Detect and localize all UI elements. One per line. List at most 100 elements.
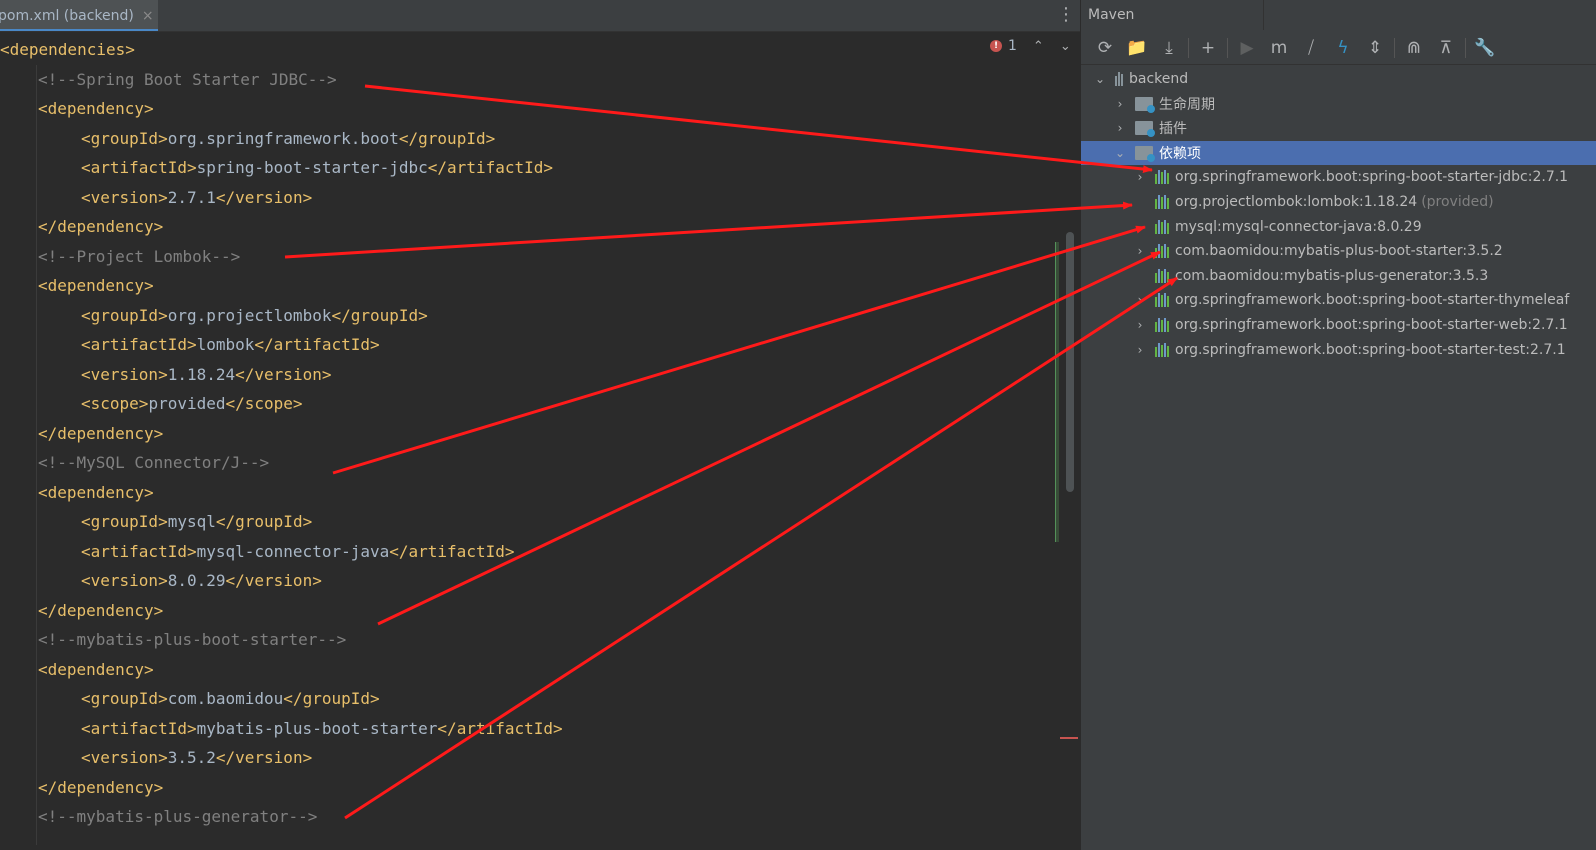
xml-tag: <artifactId> <box>81 335 197 354</box>
code-line[interactable]: <!--mybatis-plus-generator--> <box>38 802 317 831</box>
xml-comment: <!--Spring Boot Starter JDBC--> <box>38 69 337 89</box>
editor-tab-bar: pom.xml (backend) × ⋮ <box>0 0 1080 32</box>
download-icon[interactable]: ⤓ <box>1153 34 1185 62</box>
chevron-right-icon[interactable]: › <box>1133 170 1147 184</box>
editor-scrollbar[interactable] <box>1066 232 1074 492</box>
plus-icon[interactable]: + <box>1192 34 1224 62</box>
xml-tag: </dependency> <box>38 217 164 236</box>
next-error-icon[interactable]: ⌄ <box>1060 39 1071 54</box>
code-line[interactable]: <!--mybatis-plus-boot-starter--> <box>38 625 346 654</box>
xml-tag: <groupId> <box>81 305 168 325</box>
code-line[interactable]: <artifactId>lombok</artifactId> <box>81 330 380 359</box>
collapse-icon[interactable]: ⇕ <box>1359 34 1391 62</box>
chevron-right-icon[interactable]: › <box>1133 293 1147 307</box>
code-line[interactable]: <version>8.0.29</version> <box>81 566 322 595</box>
code-line[interactable]: <groupId>mysql</groupId> <box>81 507 312 536</box>
dependency-node[interactable]: › org.springframework.boot:spring-boot-st… <box>1081 313 1596 337</box>
tree-node-label: org.springframework.boot:spring-boot-sta… <box>1175 317 1568 333</box>
code-line[interactable]: <artifactId>mybatis-plus-boot-starter</a… <box>81 714 563 743</box>
maven-m-icon[interactable]: m <box>1263 34 1295 62</box>
xml-text: 8.0.29 <box>167 571 226 590</box>
run-icon[interactable]: ▶ <box>1231 34 1263 62</box>
library-icon <box>1155 195 1169 209</box>
code-line[interactable]: <dependency> <box>38 655 154 684</box>
tree-node-3[interactable]: ⌄ 依赖项 <box>1081 140 1596 165</box>
code-line[interactable]: <dependency> <box>38 94 154 123</box>
code-line[interactable]: </dependency> <box>38 773 163 802</box>
toolbar-separator <box>1227 37 1228 58</box>
library-icon <box>1155 342 1169 357</box>
xml-tag: </version> <box>215 748 313 767</box>
xml-text: 1.18.24 <box>167 364 236 384</box>
xml-tag: </artifactId> <box>389 541 515 561</box>
xml-tag: <scope> <box>81 394 149 413</box>
code-line[interactable]: <!--MySQL Connector/J--> <box>38 448 269 477</box>
xml-tag: <dependency> <box>38 99 154 118</box>
tree-node-label: org.springframework.boot:spring-boot-sta… <box>1175 169 1569 186</box>
code-line[interactable]: <version>3.5.2</version> <box>81 743 312 772</box>
reload-icon[interactable]: ⟳ <box>1089 34 1121 62</box>
code-line[interactable]: <groupId>org.springframework.boot</group… <box>81 124 495 153</box>
add-folder-icon[interactable]: 📁 <box>1121 34 1153 62</box>
code-line[interactable]: <dependency> <box>38 271 154 300</box>
tree-node-1[interactable]: › 生命周期 <box>1081 92 1596 116</box>
close-icon[interactable]: × <box>142 8 154 24</box>
skip-tests-icon[interactable]: ϟ <box>1327 34 1359 62</box>
chevron-right-icon[interactable]: › <box>1113 121 1127 135</box>
chevron-down-icon[interactable]: ⌄ <box>1113 146 1127 160</box>
error-stripe-marker[interactable] <box>1060 737 1078 739</box>
code-line[interactable]: <!--Spring Boot Starter JDBC--> <box>38 65 337 94</box>
code-line[interactable]: </dependency> <box>38 596 163 625</box>
xml-text: lombok <box>196 335 255 354</box>
xml-tag: <artifactId> <box>81 158 197 177</box>
show-dependencies-icon[interactable]: ⋒ <box>1398 34 1430 62</box>
tree-node-0[interactable]: ⌄ backend <box>1081 67 1596 91</box>
dependency-node[interactable]: › org.springframework.boot:spring-boot-st… <box>1081 338 1596 362</box>
chevron-right-icon[interactable]: › <box>1113 97 1127 111</box>
inspection-widget[interactable]: ! 1 ⌃ ⌄ <box>990 38 1071 54</box>
code-line[interactable]: <!--Project Lombok--> <box>38 242 240 271</box>
maven-title: Maven <box>1088 7 1135 23</box>
chevron-right-icon[interactable]: › <box>1133 318 1147 332</box>
code-line[interactable]: <artifactId>spring-boot-starter-jdbc</ar… <box>81 153 553 182</box>
xml-tag: <dependency> <box>38 276 154 295</box>
dependency-node[interactable]: org.projectlombok:lombok:1.18.24 (provide… <box>1081 190 1596 214</box>
indent-guide <box>36 65 37 845</box>
tree-node-label: org.springframework.boot:spring-boot-sta… <box>1175 292 1570 309</box>
tree-node-2[interactable]: › 插件 <box>1081 116 1596 140</box>
toggle-offline-icon[interactable]: ⧸ <box>1295 34 1327 62</box>
dependency-node[interactable]: › com.baomidou:mybatis-plus-boot-starter:… <box>1081 239 1596 263</box>
code-line[interactable]: <version>2.7.1</version> <box>81 183 312 212</box>
xml-text: org.springframework.boot <box>167 128 399 148</box>
xml-tag: <groupId> <box>81 512 168 531</box>
code-line[interactable]: </dependency> <box>38 419 163 448</box>
chevron-down-icon[interactable]: ⌄ <box>1093 72 1107 86</box>
code-line[interactable]: <groupId>org.projectlombok</groupId> <box>81 301 428 330</box>
settings-wrench-icon[interactable]: 🔧 <box>1469 34 1501 62</box>
maven-header: Maven <box>1081 0 1596 30</box>
chevron-right-icon[interactable]: › <box>1133 343 1147 357</box>
code-line[interactable]: <dependencies> <box>0 35 135 64</box>
dependency-node[interactable]: › org.springframework.boot:spring-boot-st… <box>1081 165 1596 189</box>
dependency-node[interactable]: com.baomidou:mybatis-plus-generator:3.5.… <box>1081 264 1596 288</box>
chevron-right-icon[interactable]: › <box>1133 244 1147 258</box>
previous-error-icon[interactable]: ⌃ <box>1033 39 1044 54</box>
code-line[interactable]: <dependency> <box>38 478 154 507</box>
xml-tag: </groupId> <box>283 689 380 708</box>
more-options-icon[interactable]: ⋮ <box>1057 6 1075 24</box>
code-line[interactable]: <artifactId>mysql-connector-java</artifa… <box>81 537 514 566</box>
xml-tag: </version> <box>215 187 313 207</box>
code-line[interactable]: <version>1.18.24</version> <box>81 360 331 389</box>
editor-tab-pom[interactable]: pom.xml (backend) × <box>0 0 158 31</box>
code-line[interactable]: <scope>provided</scope> <box>81 389 303 418</box>
code-editor[interactable]: pom.xml (backend) × ⋮ ! 1 ⌃ ⌄ <dependenc… <box>0 0 1080 850</box>
dependency-node[interactable]: mysql:mysql-connector-java:8.0.29 <box>1081 215 1596 239</box>
dependency-node[interactable]: › org.springframework.boot:spring-boot-st… <box>1081 288 1596 312</box>
code-line[interactable]: <groupId>com.baomidou</groupId> <box>81 684 380 713</box>
collapse-all-icon[interactable]: ⊼ <box>1430 34 1462 62</box>
maven-module-icon <box>1115 72 1123 86</box>
maven-tool-window: Maven ⟳ 📁 ⤓ + ▶ m ⧸ ϟ ⇕ ⋒ ⊼ 🔧 ⌄ backend › 生命周期 › 插件 ⌄ 依赖项 ›… <box>1080 0 1596 850</box>
toolbar-separator <box>1465 37 1466 58</box>
code-line[interactable]: </dependency> <box>38 212 163 241</box>
tree-node-label: 依赖项 <box>1159 145 1201 162</box>
